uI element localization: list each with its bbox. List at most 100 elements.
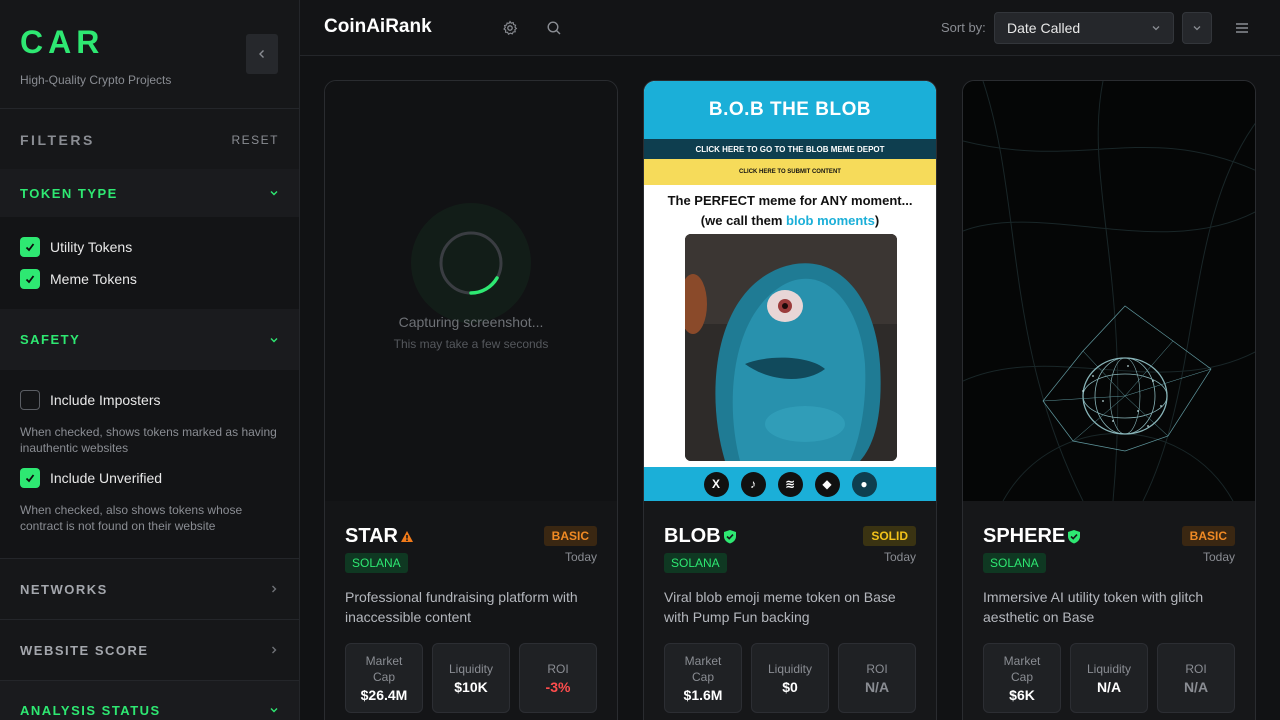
- tagline-part: ): [874, 213, 880, 228]
- stat-liquidity: Liquidity $0: [751, 643, 829, 713]
- stat-label: Market Cap: [684, 654, 722, 684]
- stat-roi: ROI -3%: [519, 643, 597, 713]
- token-card-star[interactable]: Capturing screenshot... This may take a …: [324, 80, 618, 720]
- search-button[interactable]: [544, 18, 564, 38]
- stat-market-cap: Market Cap $26.4M: [345, 643, 423, 713]
- safety-body: Include Imposters When checked, shows to…: [0, 370, 299, 558]
- x-icon: X: [703, 471, 729, 497]
- sort-value: Date Called: [1007, 20, 1081, 36]
- token-icon: ◆: [814, 471, 840, 497]
- brand: CAR High-Quality Crypto Projects: [0, 0, 299, 109]
- token-card-blob[interactable]: B.O.B THE BLOB CLICK HERE TO GO TO THE B…: [643, 80, 937, 720]
- called-date: Today: [564, 550, 597, 564]
- check-icon: [25, 243, 35, 252]
- include-imposters-option[interactable]: Include Imposters: [20, 384, 279, 416]
- token-name: SPHERE: [983, 525, 1081, 548]
- token-type-body: Utility Tokens Meme Tokens: [0, 217, 299, 309]
- stat-liquidity: Liquidity $10K: [432, 643, 510, 713]
- stat-value: N/A: [1183, 679, 1209, 695]
- dexscreener-icon: ≋: [777, 471, 803, 497]
- stat-market-cap: Market Cap $6K: [983, 643, 1061, 713]
- chevron-down-icon: [270, 191, 278, 196]
- stat-value: $0: [782, 679, 798, 695]
- check-label: Utility Tokens: [50, 239, 133, 255]
- stat-label: Market Cap: [365, 654, 403, 684]
- blob-avatar-icon: ●: [851, 471, 877, 497]
- token-description: Immersive AI utility token with glitch a…: [983, 589, 1204, 625]
- site-tagline-2: (we call them blob moments): [644, 213, 936, 228]
- tagline-part: (we call them: [700, 213, 787, 228]
- stat-value: $1.6M: [683, 687, 723, 703]
- site-tagline: The PERFECT meme for ANY moment...: [667, 193, 913, 208]
- include-unverified-option[interactable]: Include Unverified: [20, 462, 279, 494]
- section-website-score[interactable]: WEBSITE SCORE: [0, 619, 299, 680]
- utility-tokens-option[interactable]: Utility Tokens: [20, 231, 279, 263]
- section-token-type[interactable]: TOKEN TYPE: [0, 169, 299, 217]
- section-title: NETWORKS: [20, 581, 108, 597]
- top-header: CoinAiRank Sort by: Date Called: [300, 0, 1280, 56]
- imposters-hint: When checked, shows tokens marked as hav…: [20, 425, 277, 455]
- checkbox-unchecked[interactable]: [20, 390, 40, 410]
- section-title: WEBSITE SCORE: [20, 642, 149, 658]
- rating-badge: BASIC: [543, 526, 597, 546]
- verified-shield-icon: [723, 529, 736, 543]
- app-title: CoinAiRank: [324, 16, 432, 37]
- stat-label: Market Cap: [1003, 654, 1041, 684]
- token-name: STAR: [345, 525, 414, 548]
- stat-market-cap: Market Cap $1.6M: [664, 643, 742, 713]
- filters-title: FILTERS: [20, 132, 95, 148]
- warning-icon: [400, 530, 413, 542]
- token-name-text: STAR: [345, 524, 398, 547]
- section-safety[interactable]: SAFETY: [0, 309, 299, 370]
- menu-button[interactable]: [1232, 18, 1252, 38]
- stats-row: Market Cap $6K Liquidity N/A ROI N/A: [983, 643, 1235, 713]
- blob-character-image: [685, 234, 897, 461]
- card-preview-screenshot: B.O.B THE BLOB CLICK HERE TO GO TO THE B…: [644, 81, 936, 501]
- stat-label: Liquidity: [448, 662, 494, 676]
- chevron-right-icon: [272, 585, 277, 593]
- check-label: Meme Tokens: [50, 271, 137, 287]
- chevron-down-icon: [1152, 26, 1160, 31]
- brand-subtitle: High-Quality Crypto Projects: [20, 73, 172, 87]
- check-label: Include Imposters: [50, 392, 161, 408]
- site-link-depot: CLICK HERE TO GO TO THE BLOB MEME DEPOT: [644, 139, 936, 159]
- called-date: Today: [1202, 550, 1235, 564]
- stat-label: ROI: [1185, 662, 1207, 676]
- sort-direction-button[interactable]: [1182, 12, 1212, 44]
- stats-row: Market Cap $1.6M Liquidity $0 ROI N/A: [664, 643, 916, 713]
- chain-badge: SOLANA: [983, 553, 1046, 573]
- search-icon: [547, 21, 561, 35]
- stat-label: ROI: [547, 662, 569, 676]
- chevron-right-icon: [272, 646, 277, 654]
- card-preview-loading: Capturing screenshot... This may take a …: [325, 81, 617, 501]
- tiktok-icon: ♪: [740, 471, 766, 497]
- tagline-highlight: blob moments: [786, 213, 875, 228]
- spinner-icon: [439, 231, 503, 295]
- section-networks[interactable]: NETWORKS: [0, 558, 299, 619]
- sort-select[interactable]: Date Called: [994, 12, 1174, 44]
- brand-title: CAR: [20, 24, 105, 60]
- collapse-sidebar-button[interactable]: [246, 34, 278, 74]
- section-title: ANALYSIS STATUS: [20, 703, 161, 718]
- site-link-submit: CLICK HERE TO SUBMIT CONTENT: [644, 159, 936, 185]
- stat-label: Liquidity: [767, 662, 813, 676]
- settings-button[interactable]: [500, 18, 520, 38]
- stat-label: ROI: [866, 662, 888, 676]
- chain-badge: SOLANA: [664, 553, 727, 573]
- token-card-sphere[interactable]: SPHERE BASIC SOLANA Today Immersive AI u…: [962, 80, 1256, 720]
- stat-value: $10K: [454, 679, 488, 695]
- meme-tokens-option[interactable]: Meme Tokens: [20, 263, 279, 295]
- section-analysis-status[interactable]: ANALYSIS STATUS: [0, 680, 299, 720]
- section-title: TOKEN TYPE: [20, 185, 118, 201]
- chain-badge: SOLANA: [345, 553, 408, 573]
- chevron-down-icon: [270, 708, 278, 713]
- checkbox-checked[interactable]: [20, 269, 40, 289]
- checkbox-checked[interactable]: [20, 468, 40, 488]
- checkbox-checked[interactable]: [20, 237, 40, 257]
- reset-button[interactable]: RESET: [231, 133, 279, 147]
- token-description: Viral blob emoji meme token on Base with…: [664, 589, 896, 625]
- stat-label: Liquidity: [1086, 662, 1132, 676]
- hamburger-icon: [1236, 23, 1248, 33]
- site-social-bar: X ♪ ≋ ◆ ●: [644, 467, 936, 501]
- token-name: BLOB: [664, 525, 737, 548]
